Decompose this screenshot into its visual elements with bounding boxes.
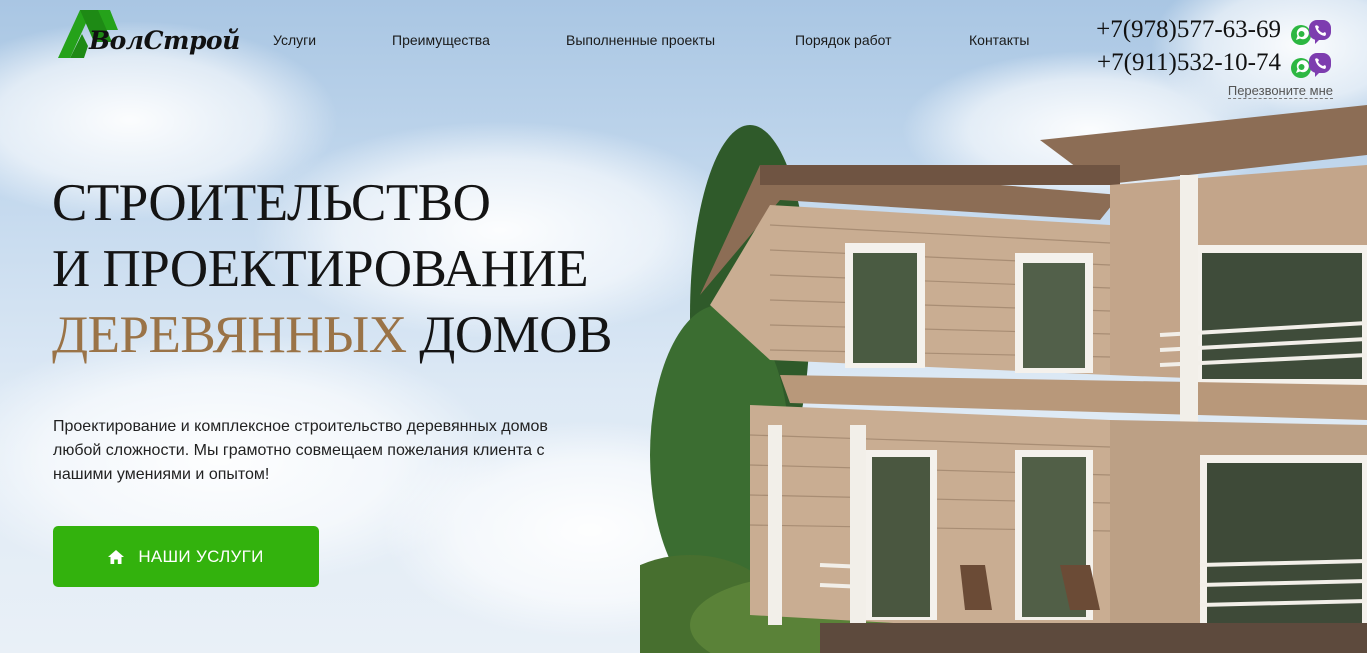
services-button-label: НАШИ УСЛУГИ (138, 546, 264, 566)
phone-link[interactable]: +7(911)532-10-74 (1097, 49, 1281, 77)
whatsapp-icon[interactable] (1291, 25, 1311, 45)
hero-title-line: И ПРОЕКТИРОВАНИЕ (52, 240, 589, 298)
contact-block: +7(978)577-63-69 +7(911)532-10-74 Перезв… (1073, 16, 1333, 106)
viber-icon[interactable] (1309, 20, 1331, 44)
nav-item-work-order[interactable]: Порядок работ (795, 32, 892, 48)
messenger-icons (1289, 51, 1333, 81)
messenger-icons (1289, 18, 1333, 48)
hero-lead: Проектирование и комплексное строительст… (53, 418, 548, 483)
nav-item-advantages[interactable]: Преимущества (392, 32, 490, 48)
logo[interactable]: ВолСтрой (58, 8, 253, 64)
site-header: ВолСтрой Услуги Преимущества Выполненные… (0, 0, 1367, 105)
services-button[interactable]: НАШИ УСЛУГИ (53, 526, 319, 587)
nav-item-contacts[interactable]: Контакты (969, 32, 1029, 48)
hero-title-accent: ДЕРЕВЯННЫХ (52, 306, 407, 364)
home-icon (108, 549, 125, 564)
hero-title-line: СТРОИТЕЛЬСТВО (52, 174, 491, 232)
logo-text: ВолСтрой (89, 26, 240, 55)
hero-title-end: ДОМОВ (406, 306, 612, 364)
phone-link[interactable]: +7(978)577-63-69 (1096, 16, 1281, 44)
nav-item-services[interactable]: Услуги (273, 32, 316, 48)
whatsapp-icon[interactable] (1291, 58, 1311, 78)
hero-title: СТРОИТЕЛЬСТВО И ПРОЕКТИРОВАНИЕ ДЕРЕВЯННЫ… (52, 170, 612, 368)
nav-item-projects[interactable]: Выполненные проекты (566, 32, 715, 48)
viber-icon[interactable] (1309, 53, 1331, 77)
house-illustration (640, 105, 1367, 653)
